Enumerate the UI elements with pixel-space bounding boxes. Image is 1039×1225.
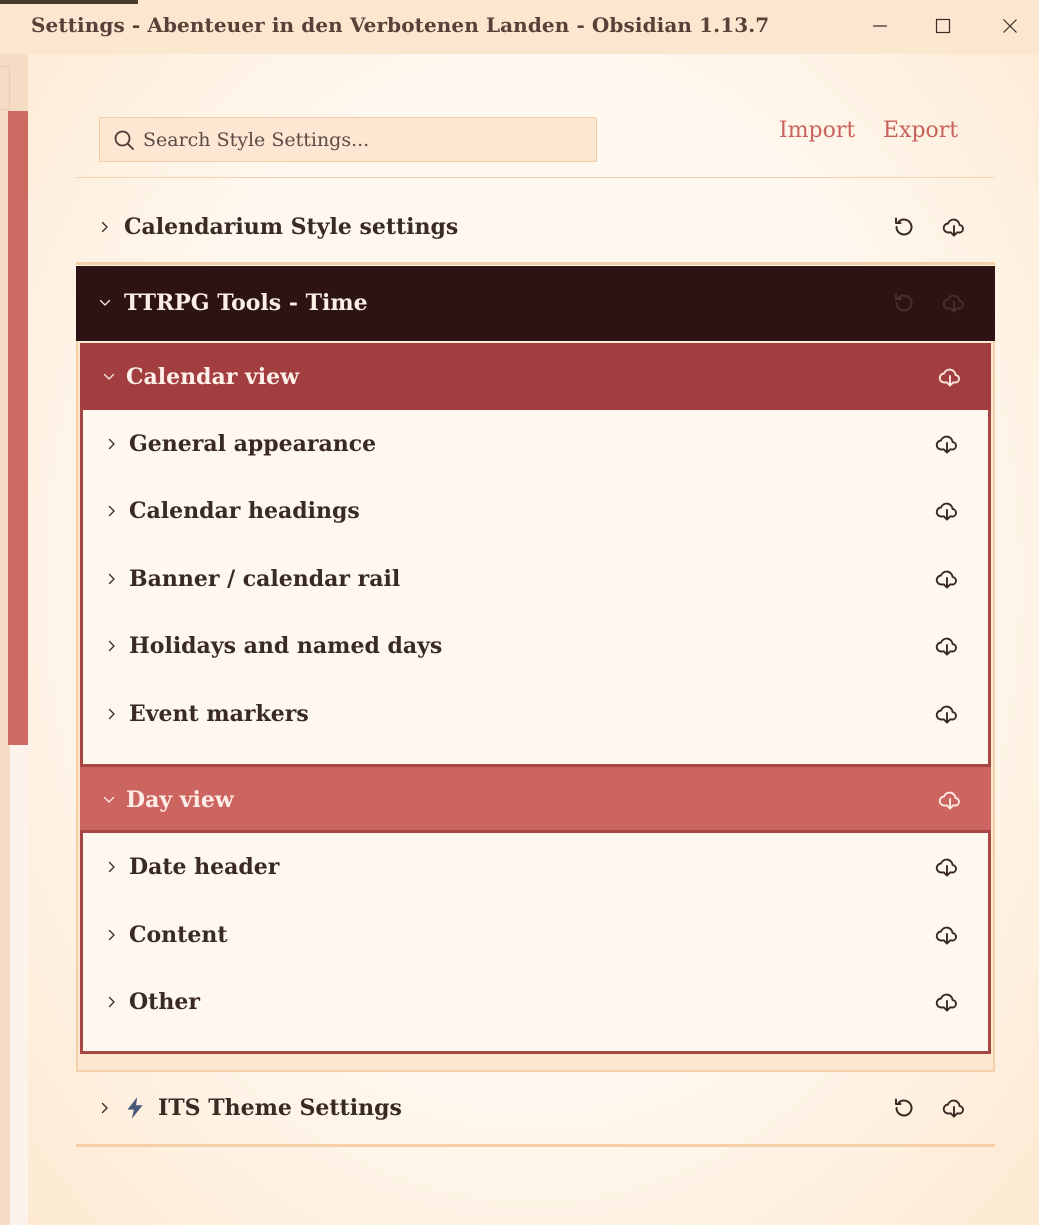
subsection-label: Banner / calendar rail [129, 566, 401, 592]
export-section-button[interactable] [939, 212, 969, 242]
import-link[interactable]: Import [779, 118, 855, 143]
chevron-right-icon [105, 995, 119, 1009]
background-sidebar-lower [10, 745, 28, 1225]
group-label: Calendar view [126, 364, 300, 390]
cloud-download-icon [942, 1096, 966, 1120]
chevron-right-icon [105, 860, 119, 874]
subsection-label: Date header [129, 854, 280, 880]
export-subsection-button[interactable] [932, 852, 962, 882]
export-subsection-button[interactable] [932, 699, 962, 729]
maximize-button[interactable] [923, 8, 963, 44]
group-day-view[interactable]: Day view [102, 784, 234, 816]
close-icon [1003, 19, 1017, 33]
chevron-right-icon [105, 572, 119, 586]
cloud-download-icon [935, 923, 959, 947]
chevron-right-icon [105, 639, 119, 653]
export-subsection-button[interactable] [932, 987, 962, 1017]
chevron-right-icon [105, 707, 119, 721]
divider [76, 262, 995, 265]
divider [76, 177, 995, 178]
subsection-content[interactable]: Content [105, 919, 228, 951]
subsection-label: Other [129, 989, 200, 1015]
search-box[interactable] [99, 117, 597, 162]
group-label: Day view [126, 787, 234, 813]
section-calendarium[interactable]: Calendarium Style settings [98, 211, 458, 243]
close-button[interactable] [990, 8, 1030, 44]
maximize-icon [935, 18, 951, 34]
group-calendar-view[interactable]: Calendar view [102, 361, 299, 393]
lightning-icon [122, 1095, 148, 1121]
export-group-button[interactable] [935, 362, 965, 392]
subsection-holidays-named-days[interactable]: Holidays and named days [105, 630, 442, 662]
export-subsection-button[interactable] [932, 496, 962, 526]
reset-icon [892, 1096, 916, 1120]
subsection-label: General appearance [129, 431, 377, 457]
subsection-other[interactable]: Other [105, 986, 200, 1018]
cloud-download-icon [935, 990, 959, 1014]
cloud-download-icon [935, 432, 959, 456]
background-sidebar-accent [8, 111, 28, 745]
chevron-right-icon [105, 437, 119, 451]
section-label: TTRPG Tools - Time [124, 290, 368, 316]
subsection-label: Holidays and named days [129, 633, 443, 659]
chevron-down-icon [102, 370, 116, 384]
chevron-right-icon [98, 1101, 112, 1115]
export-link[interactable]: Export [883, 118, 958, 143]
minimize-button[interactable] [860, 8, 900, 44]
section-its-theme[interactable]: ITS Theme Settings [98, 1092, 402, 1124]
search-input[interactable] [143, 128, 583, 151]
cloud-download-icon [935, 634, 959, 658]
background-thumbnail [0, 0, 138, 4]
export-subsection-button[interactable] [932, 631, 962, 661]
cloud-download-icon [935, 567, 959, 591]
reset-icon [892, 291, 916, 315]
subsection-general-appearance[interactable]: General appearance [105, 428, 376, 460]
window-titlebar: Settings - Abenteuer in den Verbotenen L… [0, 0, 1039, 54]
cloud-download-icon [942, 215, 966, 239]
chevron-right-icon [98, 220, 112, 234]
subsection-label: Event markers [129, 701, 309, 727]
chevron-down-icon [98, 296, 112, 310]
cloud-download-icon [938, 365, 962, 389]
export-group-button[interactable] [935, 785, 965, 815]
cloud-download-icon [935, 499, 959, 523]
divider [76, 1144, 995, 1147]
chevron-right-icon [105, 504, 119, 518]
minimize-icon [873, 25, 887, 27]
search-icon [113, 129, 135, 151]
cloud-download-icon [935, 702, 959, 726]
subsection-event-markers[interactable]: Event markers [105, 698, 309, 730]
window-title: Settings - Abenteuer in den Verbotenen L… [31, 13, 770, 37]
subsection-label: Content [129, 922, 228, 948]
cloud-download-icon [938, 788, 962, 812]
reset-button[interactable] [889, 288, 919, 318]
background-tab-edge [0, 66, 10, 110]
export-section-button[interactable] [939, 1093, 969, 1123]
section-label: ITS Theme Settings [158, 1095, 402, 1121]
chevron-right-icon [105, 928, 119, 942]
section-label: Calendarium Style settings [124, 214, 459, 240]
export-subsection-button[interactable] [932, 920, 962, 950]
export-section-button[interactable] [939, 288, 969, 318]
subsection-banner-calendar-rail[interactable]: Banner / calendar rail [105, 563, 400, 595]
chevron-down-icon [102, 793, 116, 807]
cloud-download-icon [942, 291, 966, 315]
background-window-edge [0, 54, 28, 1225]
settings-panel: Import Export Calendarium Style settings… [28, 54, 1039, 1225]
cloud-download-icon [935, 855, 959, 879]
export-subsection-button[interactable] [932, 429, 962, 459]
subsection-calendar-headings[interactable]: Calendar headings [105, 495, 360, 527]
export-subsection-button[interactable] [932, 564, 962, 594]
section-ttrpg-tools[interactable]: TTRPG Tools - Time [98, 287, 368, 319]
subsection-date-header[interactable]: Date header [105, 851, 279, 883]
reset-icon [892, 215, 916, 239]
subsection-label: Calendar headings [129, 498, 360, 524]
reset-button[interactable] [889, 212, 919, 242]
reset-button[interactable] [889, 1093, 919, 1123]
